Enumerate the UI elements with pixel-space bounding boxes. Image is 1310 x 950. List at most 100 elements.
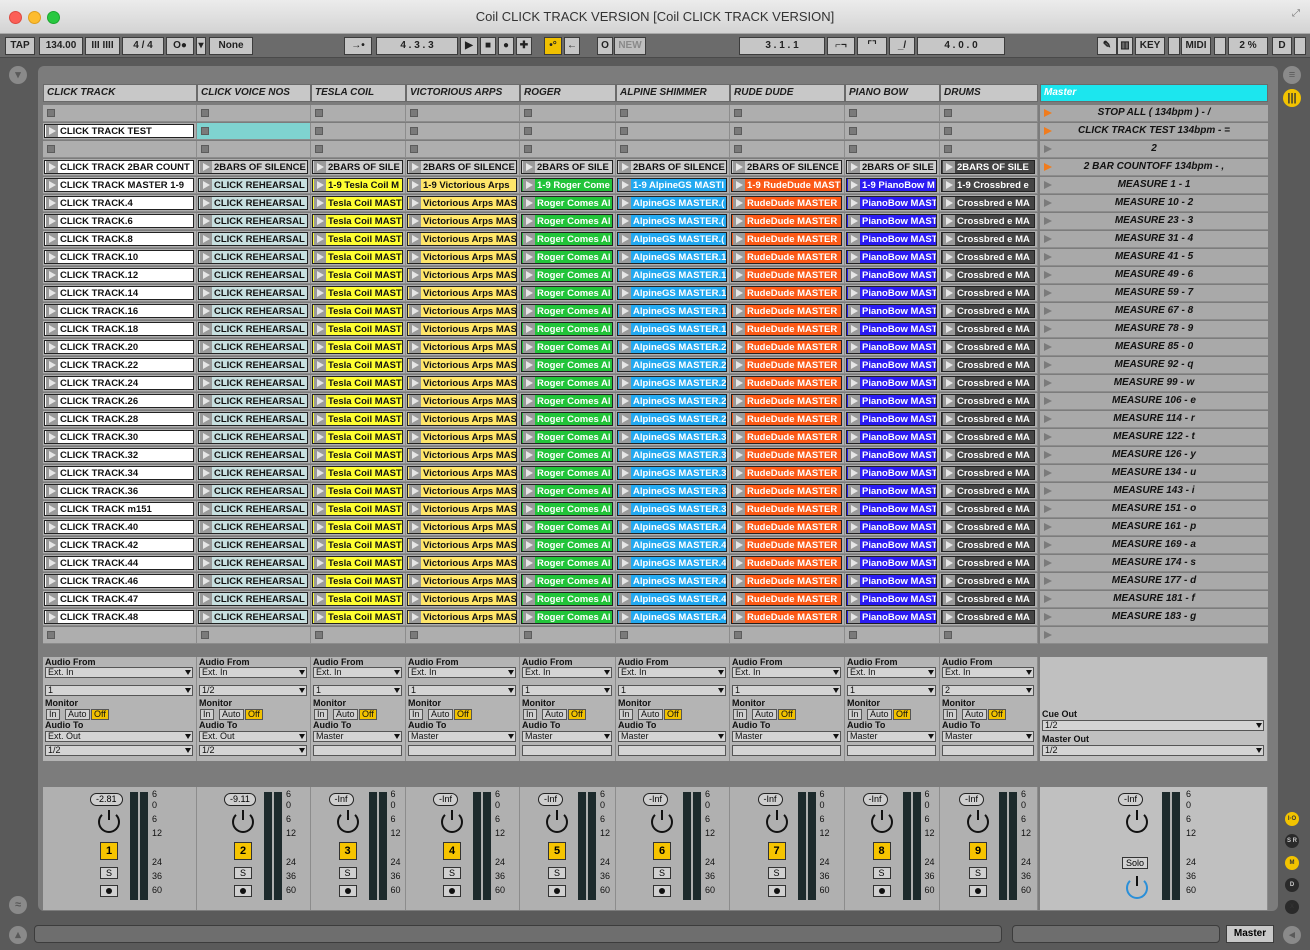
pan-knob[interactable] bbox=[98, 810, 120, 833]
clip-slot[interactable]: CLICK REHEARSAL bbox=[197, 375, 311, 392]
clip-stop-button[interactable] bbox=[944, 127, 952, 135]
clip-play-icon[interactable] bbox=[523, 161, 535, 173]
clip-play-icon[interactable] bbox=[733, 233, 745, 245]
clip[interactable]: RudeDude MASTER bbox=[731, 448, 842, 462]
arrangement-view-icon[interactable]: ||| bbox=[1283, 89, 1301, 107]
scene-launch-icon[interactable] bbox=[1044, 613, 1052, 621]
clip-play-icon[interactable] bbox=[523, 431, 535, 443]
clip[interactable]: CLICK REHEARSAL bbox=[198, 214, 308, 228]
status-master-button[interactable]: Master bbox=[1226, 925, 1274, 943]
clip[interactable]: CLICK TRACK.26 bbox=[44, 394, 194, 408]
clip-slot[interactable]: Crossbred e MA bbox=[940, 321, 1038, 338]
clip[interactable]: CLICK REHEARSAL bbox=[198, 484, 308, 498]
clip-slot[interactable]: Tesla Coil MAST bbox=[311, 195, 406, 212]
clip[interactable]: Victorious Arps MAS bbox=[407, 376, 517, 390]
clip-play-icon[interactable] bbox=[619, 179, 631, 191]
clip-stop-button[interactable] bbox=[524, 145, 532, 153]
clip-slot[interactable]: CLICK REHEARSAL bbox=[197, 429, 311, 446]
clip-stop-button[interactable] bbox=[944, 109, 952, 117]
clip-play-icon[interactable] bbox=[314, 593, 326, 605]
new-button[interactable]: NEW bbox=[614, 37, 646, 55]
clip[interactable]: RudeDude MASTER bbox=[731, 250, 842, 264]
clip-slot[interactable]: Tesla Coil MAST bbox=[311, 447, 406, 464]
clip-play-icon[interactable] bbox=[523, 359, 535, 371]
clip-play-icon[interactable] bbox=[848, 467, 860, 479]
clip-slot[interactable]: PianoBow MAST bbox=[845, 483, 940, 500]
clip-play-icon[interactable] bbox=[46, 215, 58, 227]
clip-play-icon[interactable] bbox=[943, 377, 955, 389]
clip[interactable]: PianoBow MAST bbox=[846, 394, 937, 408]
solo-button[interactable]: S bbox=[100, 867, 118, 879]
clip-slot[interactable]: RudeDude MASTER bbox=[730, 285, 845, 302]
scene-launch-row[interactable]: MEASURE 177 - d bbox=[1040, 573, 1268, 590]
scene-launch-row[interactable]: MEASURE 134 - u bbox=[1040, 465, 1268, 482]
clip-slot[interactable]: RudeDude MASTER bbox=[730, 483, 845, 500]
clip-slot[interactable]: Tesla Coil MAST bbox=[311, 375, 406, 392]
clip-play-icon[interactable] bbox=[523, 521, 535, 533]
clip-play-icon[interactable] bbox=[314, 251, 326, 263]
clip[interactable]: Victorious Arps MAS bbox=[407, 394, 517, 408]
scene-launch-icon[interactable] bbox=[1044, 307, 1052, 315]
clip-stop-button[interactable] bbox=[944, 631, 952, 639]
arm-record-button[interactable] bbox=[969, 885, 987, 897]
clip-play-icon[interactable] bbox=[409, 449, 421, 461]
clip[interactable]: Victorious Arps MAS bbox=[407, 502, 517, 516]
clip-play-icon[interactable] bbox=[314, 449, 326, 461]
clip[interactable]: Tesla Coil MAST bbox=[312, 232, 403, 246]
clip-play-icon[interactable] bbox=[314, 359, 326, 371]
clip-slot[interactable]: AlpineGS MASTER.3 bbox=[616, 501, 730, 518]
clip-slot[interactable]: Roger Comes Al bbox=[520, 195, 616, 212]
monitor-auto-button[interactable]: Auto bbox=[219, 709, 244, 720]
clip[interactable]: CLICK TRACK.20 bbox=[44, 340, 194, 354]
clip-play-icon[interactable] bbox=[848, 251, 860, 263]
clip-play-icon[interactable] bbox=[943, 557, 955, 569]
clip-slot[interactable] bbox=[43, 105, 197, 122]
clip[interactable]: RudeDude MASTER bbox=[731, 610, 842, 624]
scene-launch-row[interactable]: MEASURE 92 - q bbox=[1040, 357, 1268, 374]
clip-slot[interactable] bbox=[197, 123, 311, 140]
monitor-off-button[interactable]: Off bbox=[988, 709, 1006, 720]
clip[interactable]: Roger Comes Al bbox=[521, 268, 613, 282]
clip-play-icon[interactable] bbox=[200, 593, 212, 605]
clip-slot[interactable]: Roger Comes Al bbox=[520, 447, 616, 464]
track-title[interactable]: PIANO BOW bbox=[845, 84, 940, 102]
clip[interactable]: Roger Comes Al bbox=[521, 214, 613, 228]
monitor-in-button[interactable]: In bbox=[200, 709, 214, 720]
clip-slot[interactable]: Roger Comes Al bbox=[520, 519, 616, 536]
clip-play-icon[interactable] bbox=[314, 323, 326, 335]
clip-play-icon[interactable] bbox=[409, 341, 421, 353]
clip-play-icon[interactable] bbox=[409, 467, 421, 479]
clip-slot[interactable]: Tesla Coil MAST bbox=[311, 303, 406, 320]
clip[interactable]: Victorious Arps MAS bbox=[407, 250, 517, 264]
clip-slot[interactable] bbox=[406, 123, 520, 140]
clip[interactable]: Crossbred e MA bbox=[941, 538, 1035, 552]
clip[interactable]: AlpineGS MASTER.3 bbox=[617, 466, 727, 480]
scene-launch-icon[interactable] bbox=[1044, 181, 1052, 189]
session-view-icon[interactable]: ≡ bbox=[1283, 66, 1301, 84]
scene-launch-row[interactable]: MEASURE 181 - f bbox=[1040, 591, 1268, 608]
clip-slot[interactable]: RudeDude MASTER bbox=[730, 267, 845, 284]
clip[interactable]: Roger Comes Al bbox=[521, 430, 613, 444]
clip-slot[interactable]: CLICK REHEARSAL bbox=[197, 393, 311, 410]
clip-slot[interactable]: AlpineGS MASTER.( bbox=[616, 195, 730, 212]
clip[interactable]: PianoBow MAST bbox=[846, 304, 937, 318]
clip[interactable]: PianoBow MAST bbox=[846, 358, 937, 372]
clip-slot[interactable] bbox=[616, 141, 730, 158]
track-title[interactable]: DRUMS bbox=[940, 84, 1038, 102]
clip-play-icon[interactable] bbox=[619, 161, 631, 173]
clip-slot[interactable]: 2BARS OF SILE bbox=[311, 159, 406, 176]
clip[interactable]: CLICK REHEARSAL bbox=[198, 610, 308, 624]
clip-play-icon[interactable] bbox=[943, 161, 955, 173]
clip-play-icon[interactable] bbox=[409, 305, 421, 317]
clip-slot[interactable]: Tesla Coil MAST bbox=[311, 429, 406, 446]
clip-slot[interactable] bbox=[730, 141, 845, 158]
clip-slot[interactable]: Tesla Coil MAST bbox=[311, 501, 406, 518]
clip[interactable]: PianoBow MAST bbox=[846, 610, 937, 624]
clip[interactable]: Tesla Coil MAST bbox=[312, 538, 403, 552]
clip[interactable]: Roger Comes Al bbox=[521, 502, 613, 516]
clip-play-icon[interactable] bbox=[733, 251, 745, 263]
clip[interactable]: Victorious Arps MAS bbox=[407, 286, 517, 300]
solo-button[interactable]: S bbox=[443, 867, 461, 879]
clip-play-icon[interactable] bbox=[619, 413, 631, 425]
clip-slot[interactable]: Crossbred e MA bbox=[940, 411, 1038, 428]
